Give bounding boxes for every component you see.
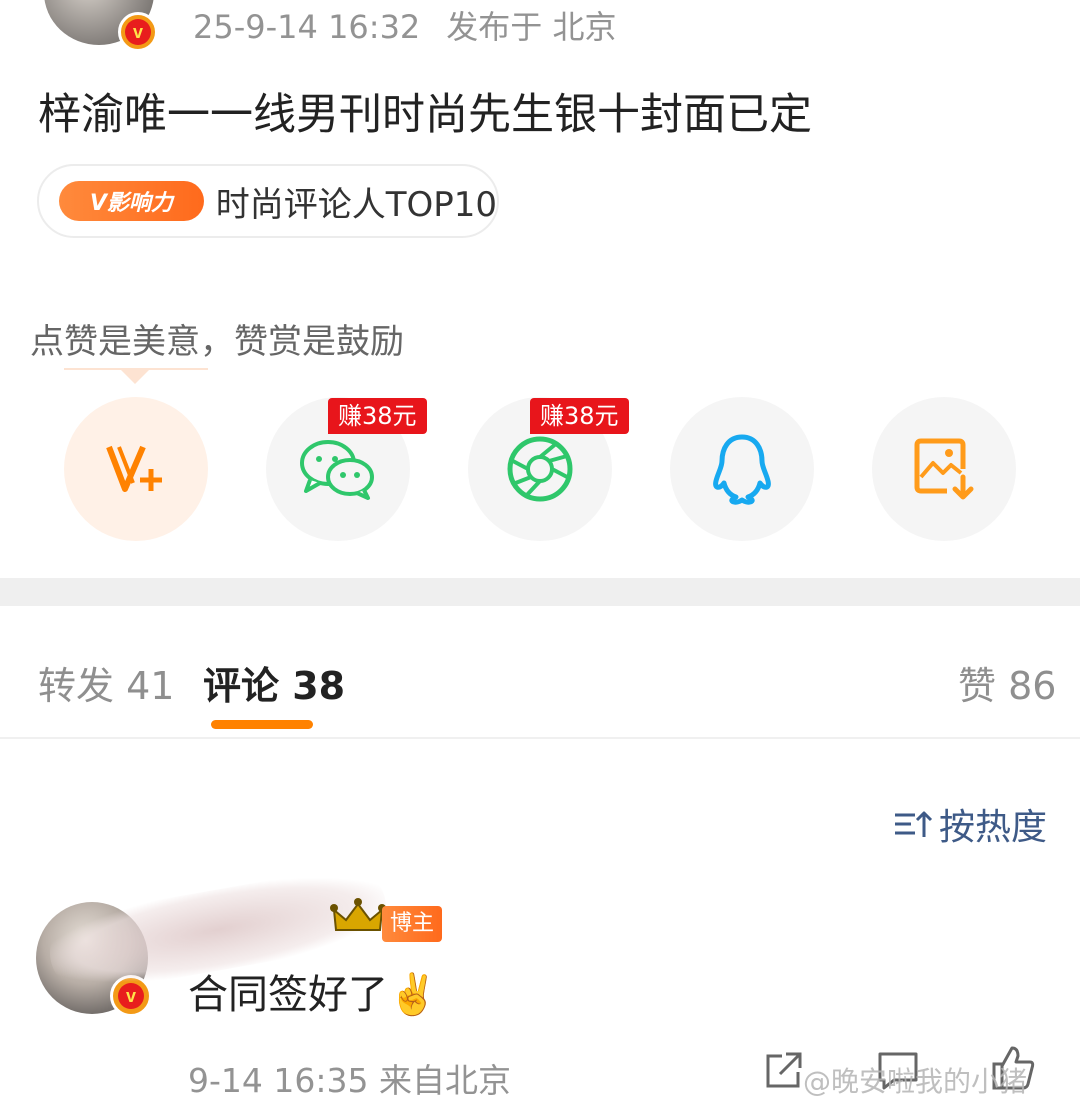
qq-icon <box>713 434 771 505</box>
reward-button[interactable] <box>64 397 208 541</box>
influence-tag-text: 时尚评论人TOP10 <box>215 184 497 225</box>
wechat-icon <box>300 440 374 500</box>
watermark: @晚安啦我的小猪 <box>803 1065 1028 1098</box>
section-separator <box>0 578 1080 606</box>
sort-button[interactable]: 按热度 <box>893 798 1047 850</box>
crown-icon <box>330 898 386 931</box>
post-meta: 25-9-14 16:32 发布于 北京 <box>193 2 642 48</box>
vplus-reward-icon <box>106 445 162 492</box>
sort-label: 按热度 <box>939 807 1048 848</box>
influence-tag[interactable]: V影响力 时尚评论人TOP10 <box>37 164 499 238</box>
author-badge: 博主 <box>382 906 442 942</box>
post-time: 25-9-14 16:32 <box>193 8 421 46</box>
influence-badge: V影响力 <box>59 181 204 221</box>
post-location: 发布于 北京 <box>446 8 617 46</box>
comment-text: 合同签好了✌️ <box>188 972 438 1018</box>
comment-meta: 9-14 16:35 来自北京 <box>188 1061 511 1100</box>
tab-comments[interactable]: 评论 38 <box>203 655 345 710</box>
save-image-button[interactable] <box>872 397 1016 541</box>
reward-hint: 点赞是美意，赞赏是鼓励 <box>30 322 404 362</box>
repost-icon[interactable] <box>762 1050 804 1092</box>
wechat-earn-badge: 赚38元 <box>328 398 427 434</box>
tab-repost[interactable]: 转发 41 <box>38 655 174 710</box>
sort-icon <box>895 811 933 837</box>
active-tab-indicator <box>211 720 313 729</box>
post-title: 梓渝唯一一线男刊时尚先生银十封面已定 <box>38 90 812 140</box>
save-image-icon <box>914 438 974 500</box>
tabs-divider <box>0 737 1080 739</box>
verified-badge-icon: v <box>118 12 158 52</box>
moments-icon <box>507 436 573 502</box>
tab-likes[interactable]: 赞 86 <box>958 655 1056 710</box>
moments-earn-badge: 赚38元 <box>530 398 629 434</box>
share-qq-button[interactable] <box>670 397 814 541</box>
hint-pointer <box>121 370 149 384</box>
